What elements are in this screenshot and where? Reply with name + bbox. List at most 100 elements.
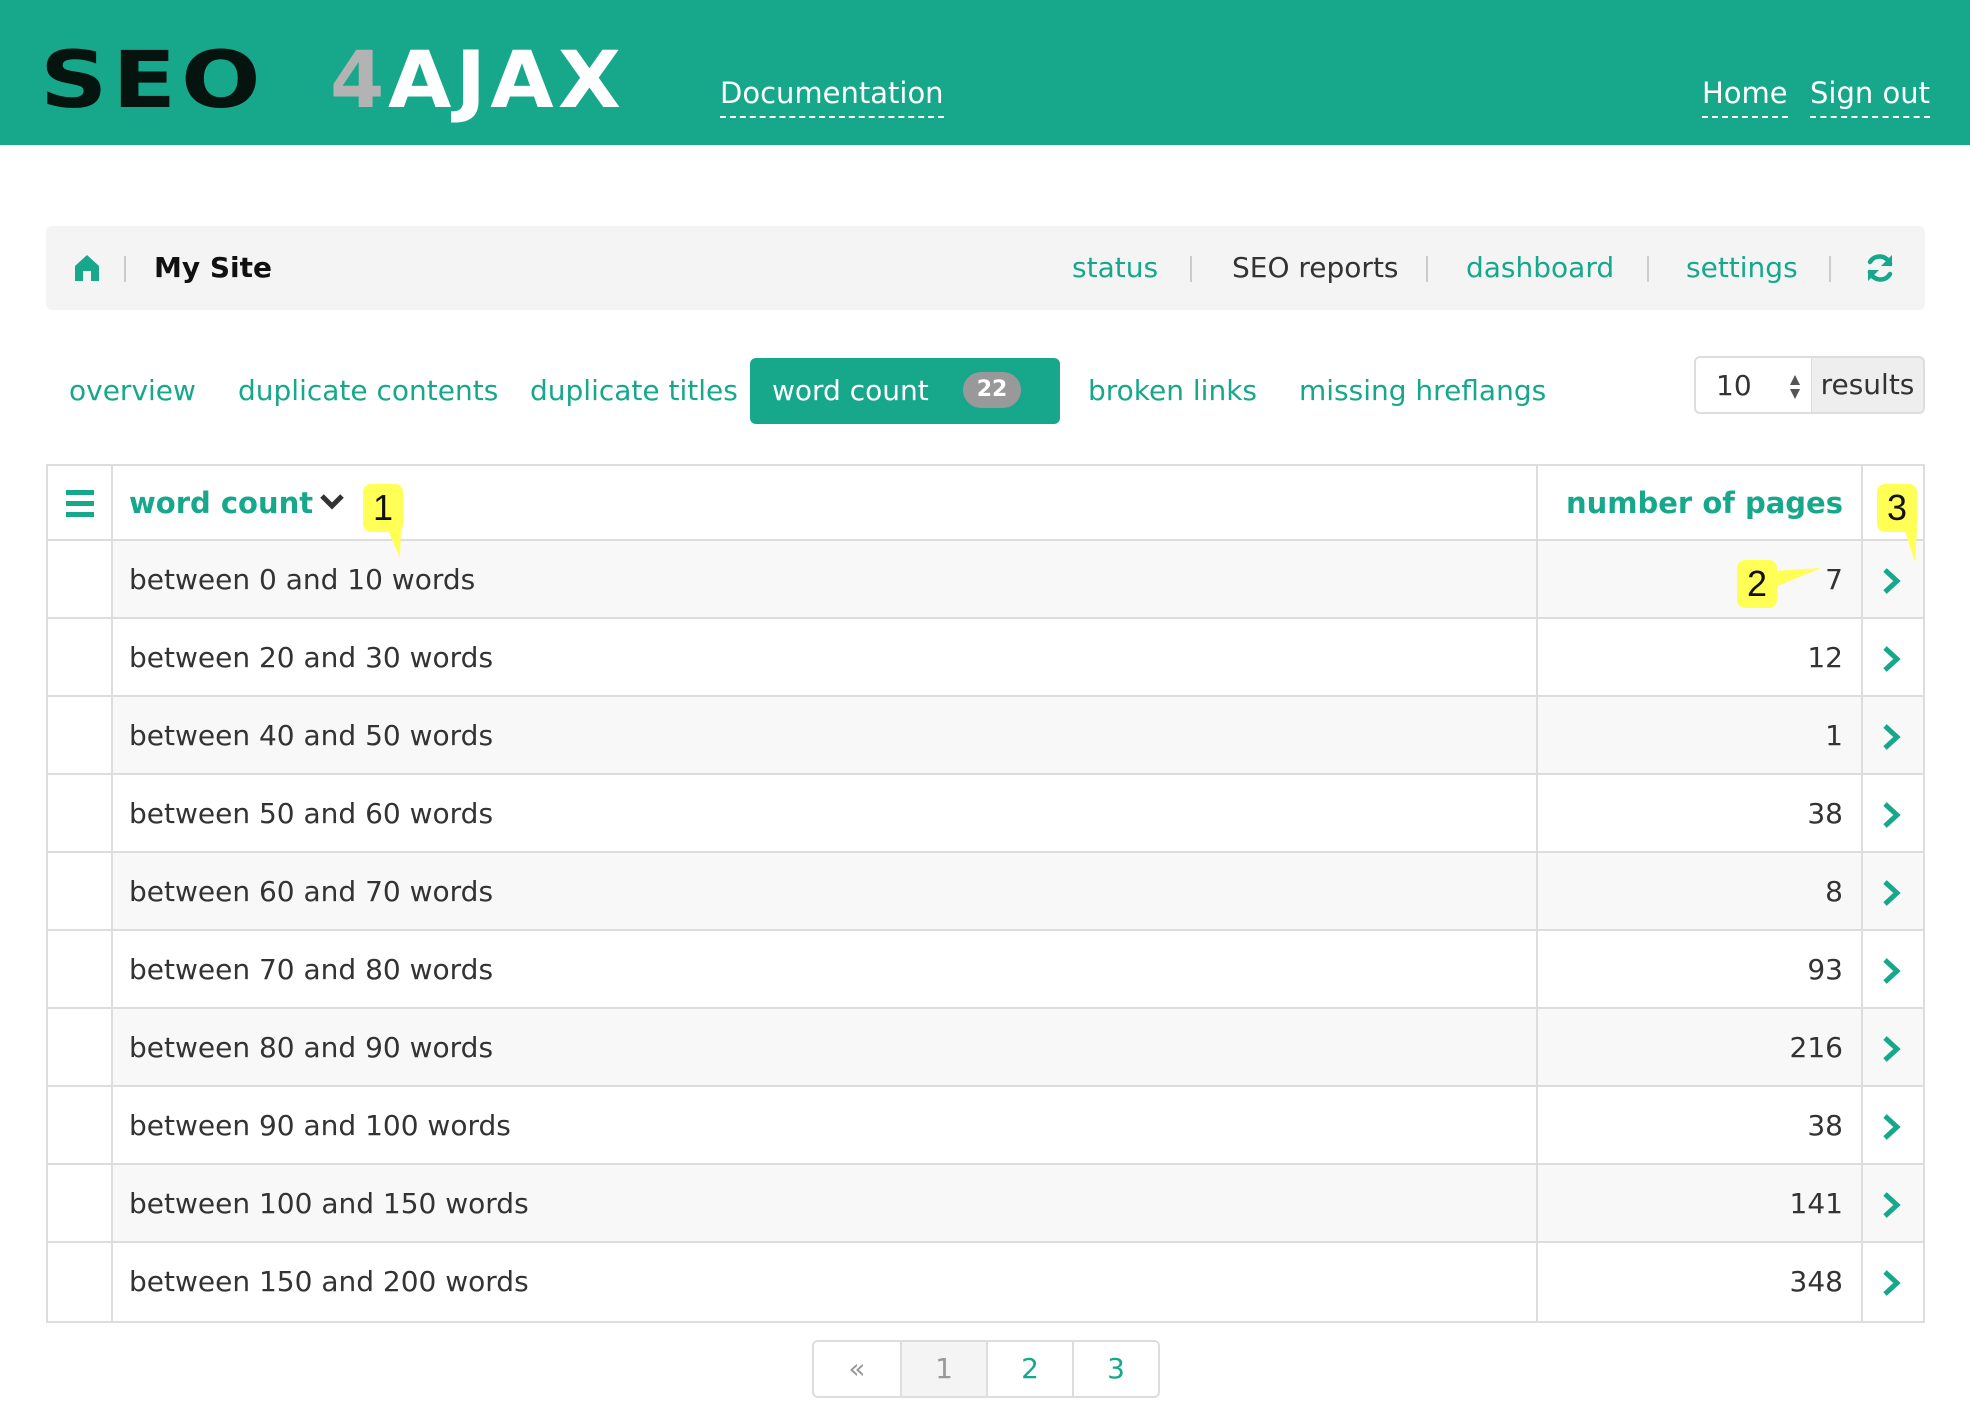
row-spacer-cell <box>48 853 113 929</box>
row-action-cell[interactable] <box>1863 1243 1923 1321</box>
row-action-cell[interactable] <box>1863 775 1923 851</box>
table-row[interactable]: between 0 and 10 words 7 <box>48 541 1923 619</box>
callout-3-pointer <box>1904 528 1917 562</box>
word-count-cell: between 20 and 30 words <box>113 619 1538 695</box>
breadcrumb-separator <box>124 256 126 282</box>
table-row[interactable]: between 90 and 100 words 38 <box>48 1087 1923 1165</box>
table-row[interactable]: between 80 and 90 words 216 <box>48 1009 1923 1087</box>
breadcrumb: My Site status SEO reports dashboard set… <box>46 226 1925 310</box>
breadcrumb-separator <box>1190 256 1192 282</box>
tab-word-count[interactable]: word count 22 <box>750 358 1060 424</box>
number-of-pages-cell: 348 <box>1538 1243 1863 1321</box>
word-count-range: between 0 and 10 words <box>129 563 476 596</box>
number-of-pages-value: 216 <box>1789 1031 1843 1064</box>
table-row[interactable]: between 150 and 200 words 348 <box>48 1243 1923 1321</box>
number-of-pages-header-label[interactable]: number of pages <box>1566 484 1843 522</box>
number-of-pages-value: 93 <box>1807 953 1843 986</box>
row-action-cell[interactable] <box>1863 1087 1923 1163</box>
table-row[interactable]: between 70 and 80 words 93 <box>48 931 1923 1009</box>
tab-missing-hreflangs[interactable]: missing hreflangs <box>1299 358 1546 424</box>
chevron-right-icon[interactable] <box>1881 801 1903 829</box>
tab-duplicate-titles[interactable]: duplicate titles <box>530 358 738 424</box>
pagination-previous[interactable]: « <box>814 1342 900 1396</box>
breadcrumb-link-dashboard[interactable]: dashboard <box>1466 248 1614 288</box>
callout-2-pointer <box>1775 568 1821 587</box>
word-count-header-label[interactable]: word count <box>129 484 345 522</box>
callout-3: 3 <box>1877 484 1917 532</box>
row-action-cell[interactable] <box>1863 619 1923 695</box>
home-link[interactable]: Home <box>1702 76 1788 118</box>
row-spacer-cell <box>48 541 113 617</box>
callout-1: 1 <box>363 484 403 532</box>
number-of-pages-cell: 8 <box>1538 853 1863 929</box>
row-spacer-cell <box>48 1009 113 1085</box>
word-count-range: between 150 and 200 words <box>129 1265 529 1298</box>
pagination-page-3[interactable]: 3 <box>1072 1342 1158 1396</box>
menu-icon[interactable] <box>64 488 96 518</box>
word-count-range: between 100 and 150 words <box>129 1187 529 1220</box>
word-count-range: between 20 and 30 words <box>129 641 494 674</box>
row-spacer-cell <box>48 931 113 1007</box>
number-of-pages-value: 348 <box>1789 1265 1843 1298</box>
top-navbar: SEO 4 AJAX Documentation Home Sign out <box>0 0 1970 145</box>
logo-part-seo: SEO <box>40 36 266 126</box>
chevron-right-icon[interactable] <box>1881 1191 1903 1219</box>
row-spacer-cell <box>48 1243 113 1321</box>
seo4ajax-logo[interactable]: SEO 4 AJAX <box>40 36 621 126</box>
tab-overview[interactable]: overview <box>69 358 196 424</box>
chevron-right-icon[interactable] <box>1881 1113 1903 1141</box>
chevron-right-icon[interactable] <box>1881 1269 1903 1297</box>
word-count-range: between 50 and 60 words <box>129 797 494 830</box>
number-of-pages-cell: 93 <box>1538 931 1863 1007</box>
row-action-cell[interactable] <box>1863 1009 1923 1085</box>
refresh-icon[interactable] <box>1864 252 1896 284</box>
chevron-right-icon[interactable] <box>1881 1035 1903 1063</box>
documentation-link[interactable]: Documentation <box>720 76 944 118</box>
home-icon[interactable] <box>74 254 100 282</box>
results-label: results <box>1812 356 1925 414</box>
chevron-right-icon[interactable] <box>1881 645 1903 673</box>
table-row[interactable]: between 20 and 30 words 12 <box>48 619 1923 697</box>
word-count-cell: between 150 and 200 words <box>113 1243 1538 1321</box>
breadcrumb-separator <box>1426 256 1428 282</box>
table-row[interactable]: between 40 and 50 words 1 <box>48 697 1923 775</box>
number-of-pages-column-header[interactable]: number of pages <box>1538 466 1863 539</box>
number-of-pages-cell: 38 <box>1538 1087 1863 1163</box>
table-row[interactable]: between 100 and 150 words 141 <box>48 1165 1923 1243</box>
number-of-pages-value: 8 <box>1825 875 1843 908</box>
breadcrumb-link-seo-reports[interactable]: SEO reports <box>1232 248 1399 288</box>
chevron-right-icon[interactable] <box>1881 567 1903 595</box>
row-action-cell[interactable] <box>1863 853 1923 929</box>
number-of-pages-value: 7 <box>1825 563 1843 596</box>
chevron-right-icon[interactable] <box>1881 879 1903 907</box>
callout-2: 2 <box>1737 560 1777 608</box>
word-count-cell: between 70 and 80 words <box>113 931 1538 1007</box>
word-count-cell: between 60 and 70 words <box>113 853 1538 929</box>
breadcrumb-separator <box>1829 256 1831 282</box>
word-count-range: between 80 and 90 words <box>129 1031 494 1064</box>
results-per-page-select[interactable]: 10 <box>1694 356 1813 414</box>
row-spacer-cell <box>48 619 113 695</box>
column-menu-cell <box>48 466 113 539</box>
row-action-cell[interactable] <box>1863 1165 1923 1241</box>
chevron-right-icon[interactable] <box>1881 723 1903 751</box>
pagination-page-2[interactable]: 2 <box>986 1342 1072 1396</box>
breadcrumb-link-status[interactable]: status <box>1072 248 1158 288</box>
sign-out-link[interactable]: Sign out <box>1810 76 1930 118</box>
tab-duplicate-contents[interactable]: duplicate contents <box>238 358 498 424</box>
tab-word-count-label: word count <box>772 374 929 407</box>
chevron-right-icon[interactable] <box>1881 957 1903 985</box>
pagination-page-1[interactable]: 1 <box>900 1342 986 1396</box>
tab-broken-links[interactable]: broken links <box>1088 358 1257 424</box>
number-of-pages-value: 38 <box>1807 797 1843 830</box>
word-count-column-header[interactable]: word count <box>113 466 1538 539</box>
callout-1-pointer <box>387 528 401 558</box>
row-action-cell[interactable] <box>1863 931 1923 1007</box>
number-of-pages-value: 141 <box>1789 1187 1843 1220</box>
site-name: My Site <box>154 251 273 284</box>
row-action-cell[interactable] <box>1863 697 1923 773</box>
table-row[interactable]: between 60 and 70 words 8 <box>48 853 1923 931</box>
number-of-pages-cell: 12 <box>1538 619 1863 695</box>
breadcrumb-link-settings[interactable]: settings <box>1686 248 1798 288</box>
table-row[interactable]: between 50 and 60 words 38 <box>48 775 1923 853</box>
